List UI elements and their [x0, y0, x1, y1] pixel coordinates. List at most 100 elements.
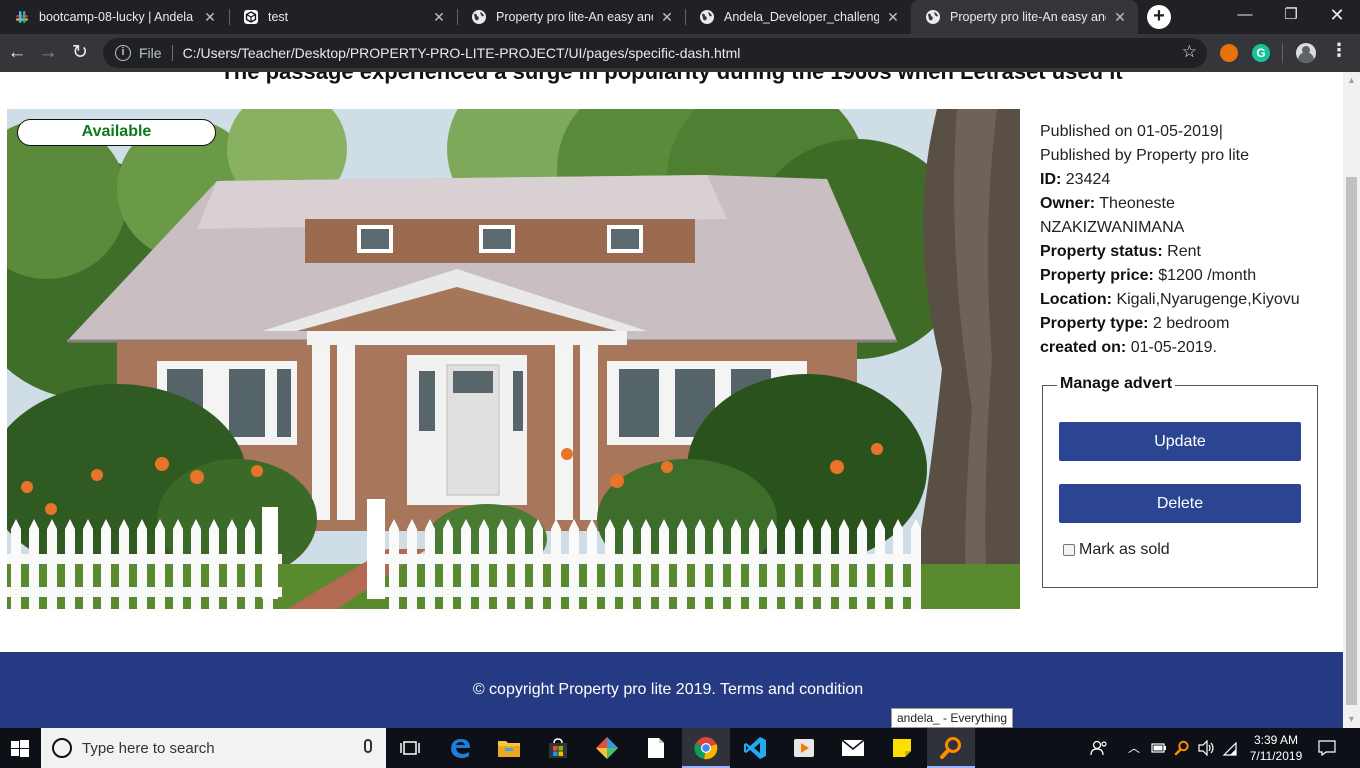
browser-toolbar: ← → ↻ i File C:/Users/Teacher/Desktop/PR… — [0, 34, 1360, 72]
tab-title: test — [268, 10, 289, 24]
extension-fire-icon[interactable] — [1220, 44, 1238, 62]
url-text: C:/Users/Teacher/Desktop/PROPERTY-PRO-LI… — [182, 45, 741, 61]
close-window-button[interactable]: ✕ — [1314, 0, 1360, 34]
detail-type: Property type: 2 bedroom — [1040, 312, 1340, 336]
media-player-icon[interactable] — [780, 728, 828, 768]
action-center-icon[interactable] — [1318, 728, 1336, 768]
detail-value: 01-05-2019. — [1126, 339, 1217, 356]
windows-taskbar: Type here to search ︿ 3:39 AM 7/11/2019 — [0, 728, 1360, 768]
menu-kebab-icon[interactable]: ⋮ — [1330, 40, 1348, 61]
footer-text: © copyright Property pro lite 2019. Term… — [472, 681, 864, 698]
tab-title: Property pro lite-An easy and r — [496, 10, 653, 24]
forward-button[interactable]: → — [33, 38, 63, 68]
mail-icon[interactable] — [829, 728, 877, 768]
detail-label: Property status: — [1040, 243, 1163, 260]
close-icon[interactable]: ✕ — [431, 9, 447, 26]
detail-value: $1200 /month — [1153, 267, 1257, 284]
system-clock[interactable]: 3:39 AM 7/11/2019 — [1244, 732, 1308, 764]
detail-value: Rent — [1162, 243, 1201, 260]
page-scrollbar[interactable]: ▲ ▼ — [1343, 72, 1360, 728]
scroll-up-arrow-icon[interactable]: ▲ — [1343, 72, 1360, 89]
tab-bootcamp[interactable]: bootcamp-08-lucky | Andela Bo ✕ — [0, 0, 228, 34]
mark-sold-option[interactable]: Mark as sold — [1063, 541, 1170, 559]
file-explorer-icon[interactable] — [485, 728, 533, 768]
tab-property-pro-active[interactable]: Property pro lite-An easy and r ✕ — [911, 0, 1138, 34]
detail-status: Property status: Rent — [1040, 240, 1340, 264]
volume-icon[interactable] — [1198, 728, 1216, 768]
git-kraken-icon[interactable] — [583, 728, 631, 768]
page-heading: The passage experienced a surge in popul… — [0, 72, 1343, 85]
property-details: Published on 01-05-2019| Published by Pr… — [1040, 120, 1340, 360]
manage-advert-panel: Manage advert Update Delete Mark as sold — [1042, 375, 1318, 588]
restore-button[interactable]: ❐ — [1268, 0, 1314, 34]
bookmark-star-icon[interactable]: ☆ — [1182, 42, 1197, 62]
new-tab-button[interactable]: + — [1147, 5, 1171, 29]
page-viewport: The passage experienced a surge in popul… — [0, 72, 1343, 728]
close-icon[interactable]: ✕ — [1112, 9, 1128, 26]
globe-icon — [700, 10, 714, 24]
address-bar[interactable]: i File C:/Users/Teacher/Desktop/PROPERTY… — [103, 38, 1207, 68]
detail-value: 2 bedroom — [1148, 315, 1230, 332]
search-placeholder: Type here to search — [82, 739, 215, 757]
detail-owner: Owner: Theoneste NZAKIZWANIMANA — [1040, 192, 1230, 240]
scroll-down-arrow-icon[interactable]: ▼ — [1343, 711, 1360, 728]
taskbar-tooltip: andela_ - Everything — [891, 708, 1014, 728]
grammarly-icon[interactable]: G — [1252, 44, 1270, 62]
everything-tray-icon[interactable] — [1174, 728, 1190, 768]
close-icon[interactable]: ✕ — [202, 9, 218, 26]
address-divider — [171, 45, 173, 61]
microsoft-store-icon[interactable] — [534, 728, 582, 768]
people-icon[interactable] — [1090, 728, 1108, 768]
globe-icon — [472, 10, 486, 24]
chrome-icon[interactable] — [682, 728, 730, 768]
detail-created: created on: 01-05-2019. — [1040, 336, 1340, 360]
detail-value: 23424 — [1061, 171, 1111, 188]
wifi-icon[interactable] — [1222, 728, 1238, 768]
slack-icon — [16, 11, 28, 23]
windows-start-icon[interactable] — [0, 728, 40, 768]
reload-button[interactable]: ↻ — [65, 38, 95, 68]
close-icon[interactable]: ✕ — [659, 9, 675, 26]
close-icon[interactable]: ✕ — [885, 9, 901, 26]
tab-title: Property pro lite-An easy and r — [950, 10, 1106, 24]
tab-test[interactable]: test ✕ — [229, 0, 457, 34]
detail-label: Location: — [1040, 291, 1112, 308]
delete-button[interactable]: Delete — [1059, 484, 1301, 523]
minimize-button[interactable]: — — [1222, 0, 1268, 34]
tab-andela-challenge[interactable]: Andela_Developer_challenge_P ✕ — [685, 0, 911, 34]
scheme-label: File — [139, 45, 162, 61]
detail-label: created on: — [1040, 339, 1127, 356]
cortana-icon — [52, 738, 72, 758]
detail-label: Property type: — [1040, 315, 1149, 332]
clock-date: 7/11/2019 — [1249, 749, 1303, 763]
info-icon[interactable]: i — [115, 45, 131, 61]
detail-label: ID: — [1040, 171, 1062, 188]
edge-browser-icon[interactable] — [436, 728, 484, 768]
tab-title: bootcamp-08-lucky | Andela Bo — [39, 10, 196, 24]
page-footer: © copyright Property pro lite 2019. Term… — [0, 652, 1343, 728]
scroll-thumb[interactable] — [1346, 177, 1357, 705]
profile-avatar-icon[interactable] — [1296, 43, 1316, 63]
microphone-icon[interactable] — [364, 739, 372, 753]
property-image — [7, 109, 1020, 609]
task-view-icon[interactable] — [386, 728, 434, 768]
detail-price: Property price: $1200 /month — [1040, 264, 1340, 288]
tray-overflow-chevron-icon[interactable]: ︿ — [1128, 728, 1140, 768]
battery-icon[interactable] — [1151, 728, 1167, 768]
everything-search-icon[interactable] — [927, 728, 975, 768]
published-on: Published on 01-05-2019| — [1040, 123, 1223, 140]
published-by: Published by Property pro lite — [1040, 147, 1249, 164]
taskbar-search-box[interactable]: Type here to search — [41, 728, 386, 768]
mark-sold-label: Mark as sold — [1079, 541, 1170, 558]
detail-label: Owner: — [1040, 195, 1096, 212]
sticky-notes-icon[interactable] — [878, 728, 926, 768]
vscode-icon[interactable] — [731, 728, 779, 768]
detail-value: Kigali,Nyarugenge,Kiyovu — [1112, 291, 1300, 308]
mark-sold-checkbox[interactable] — [1063, 544, 1075, 556]
back-button[interactable]: ← — [2, 38, 32, 68]
tab-property-pro-1[interactable]: Property pro lite-An easy and r ✕ — [457, 0, 685, 34]
detail-label: Property price: — [1040, 267, 1154, 284]
codesandbox-icon — [244, 10, 258, 24]
document-icon[interactable] — [632, 728, 680, 768]
update-button[interactable]: Update — [1059, 422, 1301, 461]
